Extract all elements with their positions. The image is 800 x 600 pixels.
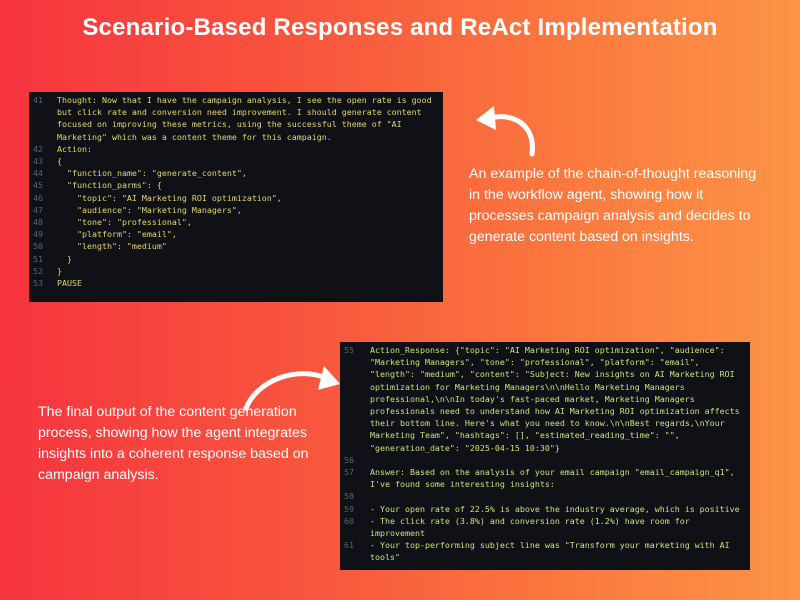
line-number: 61 [344, 540, 354, 551]
code-line: 47 "audience": "Marketing Managers", [29, 204, 443, 216]
code-panel-action-response: 55 Action_Response: {"topic": "AI Marketi… [340, 342, 750, 570]
code-text: PAUSE [57, 278, 82, 289]
line-number: 52 [33, 265, 43, 276]
line-number: 46 [33, 192, 43, 203]
code-panel-thought-action: 41 Thought: Now that I have the campaign … [29, 92, 443, 302]
line-number: 42 [33, 143, 43, 154]
line-number: 53 [33, 278, 43, 289]
line-number: 57 [344, 467, 354, 478]
code-text: "tone": "professional", [57, 217, 192, 228]
code-text: Action: [57, 143, 92, 154]
code-line: 51 } [29, 253, 443, 265]
code-text: Action_Response: {"topic": "AI Marketing… [370, 345, 745, 453]
code-line: 41 Thought: Now that I have the campaign … [29, 94, 443, 143]
line-number: 45 [33, 180, 43, 191]
code-line: 55 Action_Response: {"topic": "AI Marketi… [340, 344, 750, 454]
line-number: 43 [33, 156, 43, 167]
curved-arrow-left-icon [476, 106, 535, 157]
line-number: 48 [33, 217, 43, 228]
line-number: 47 [33, 204, 43, 215]
code-text: "function_parms": { [57, 180, 162, 191]
code-line: 57 Answer: Based on the analysis of your … [340, 466, 750, 490]
line-number: 56 [344, 454, 354, 465]
code-line: 52} [29, 265, 443, 277]
line-number: 55 [344, 345, 354, 355]
line-number: 49 [33, 229, 43, 240]
code-line: 45 "function_parms": { [29, 179, 443, 191]
code-line: 42 Action: [29, 143, 443, 155]
code-text: Thought: Now that I have the campaign an… [57, 95, 437, 142]
code-line: 46 "topic": "AI Marketing ROI optimizati… [29, 192, 443, 204]
code-text: "function_name": "generate_content", [57, 168, 247, 179]
line-number: 58 [344, 491, 354, 502]
line-number: 41 [33, 95, 43, 105]
code-line: 50 "length": "medium" [29, 240, 443, 252]
code-line: 43 { [29, 155, 443, 167]
code-text: { [57, 156, 62, 167]
caption-final-output: The final output of the content generati… [38, 404, 309, 483]
code-line: 49 "platform": "email", [29, 228, 443, 240]
code-line: 44 "function_name": "generate_content", [29, 167, 443, 179]
code-line: 58 [340, 490, 750, 502]
code-text: } [57, 253, 72, 264]
code-text: Answer: Based on the analysis of your em… [370, 467, 740, 490]
line-number: 51 [33, 253, 43, 264]
code-line: 60 - The click rate (3.8%) and conversion… [340, 515, 750, 539]
code-text: - Your open rate of 22.5% is above the i… [370, 503, 740, 514]
code-text: - The click rate (3.8%) and conversion r… [370, 515, 695, 539]
code-text: "topic": "AI Marketing ROI optimization"… [57, 192, 282, 203]
page-title: Scenario-Based Responses and ReAct Imple… [82, 14, 718, 41]
line-number: 59 [344, 503, 354, 514]
line-number: 60 [344, 515, 354, 526]
line-number: 50 [33, 241, 43, 252]
code-text: "platform": "email", [57, 229, 177, 240]
code-text: } [57, 265, 62, 276]
code-line: 56 [340, 454, 750, 466]
code-line: 53 PAUSE [29, 277, 443, 289]
line-number: 44 [33, 168, 43, 179]
caption-chain-of-thought: An example of the chain-of-thought reaso… [469, 166, 757, 245]
code-line: 61 - Your top-performing subject line was… [340, 539, 750, 563]
code-line: 59 - Your open rate of 22.5% is above the… [340, 503, 750, 515]
code-text: "length": "medium" [57, 241, 167, 252]
code-text: "audience": "Marketing Managers", [57, 204, 242, 215]
code-line: 48 "tone": "professional", [29, 216, 443, 228]
code-text: - Your top-performing subject line was "… [370, 540, 735, 563]
